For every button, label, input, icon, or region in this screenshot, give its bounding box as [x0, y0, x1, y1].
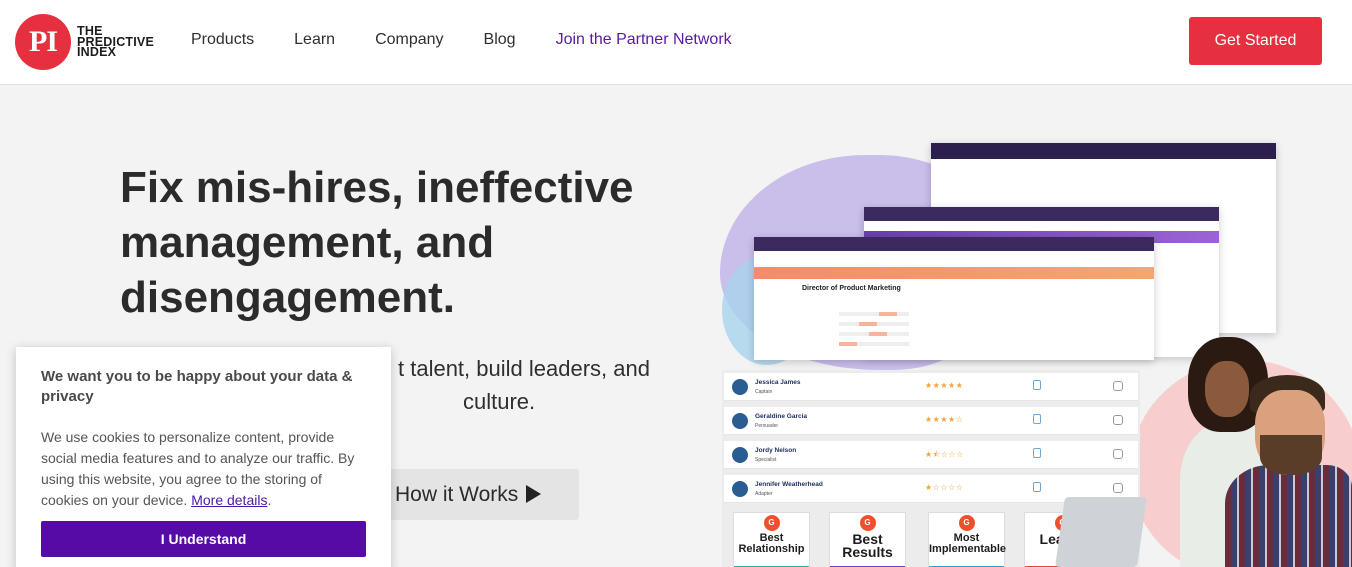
get-started-button[interactable]: Get Started: [1189, 17, 1322, 65]
avatar: [732, 447, 748, 463]
nav-company[interactable]: Company: [375, 31, 443, 49]
main-nav: Products Learn Company Blog Join the Par…: [191, 31, 772, 49]
g2-badge: G Best Relationship: [733, 512, 810, 567]
g2-badge: G Best Results: [829, 512, 906, 567]
app-window-front: Director of Product Marketing: [754, 237, 1154, 360]
comment-icon: [1113, 449, 1123, 459]
list-item: Jessica James Captain ★★★★★: [724, 373, 1138, 401]
g2-icon: G: [763, 515, 780, 531]
more-details-link[interactable]: More details: [191, 492, 267, 508]
nav-products[interactable]: Products: [191, 31, 254, 49]
logo-mark: PI: [15, 14, 71, 70]
lock-icon: [1033, 448, 1041, 458]
g2-icon: G: [958, 515, 975, 531]
site-header: PI THE PREDICTIVE INDEX Products Learn C…: [0, 0, 1352, 85]
i-understand-button[interactable]: I Understand: [41, 521, 366, 557]
logo[interactable]: PI THE PREDICTIVE INDEX: [15, 14, 154, 70]
comment-icon: [1113, 381, 1123, 391]
lock-icon: [1033, 482, 1041, 492]
job-title: Director of Product Marketing: [802, 285, 901, 292]
star-rating: ★★★★☆: [925, 415, 964, 424]
laptop-image: [1055, 497, 1147, 567]
nav-learn[interactable]: Learn: [294, 31, 335, 49]
nav-blog[interactable]: Blog: [484, 31, 516, 49]
cookie-title: We want you to be happy about your data …: [41, 368, 353, 405]
avatar: [732, 379, 748, 395]
lock-icon: [1033, 380, 1041, 390]
star-rating: ★☆☆☆☆: [925, 483, 964, 492]
list-item: Geraldine Garcia Persuader ★★★★☆: [724, 407, 1138, 435]
g2-icon: G: [859, 515, 876, 531]
avatar: [732, 413, 748, 429]
cookie-banner: We want you to be happy about your data …: [16, 347, 391, 567]
hero-title: Fix mis-hires, ineffective management, a…: [120, 163, 634, 322]
lock-icon: [1033, 414, 1041, 424]
star-rating: ★⯪☆☆☆: [925, 450, 964, 459]
g2-badge: G Most Implementable: [928, 512, 1006, 567]
person-image: [1225, 465, 1352, 567]
list-item: Jordy Nelson Specialist ★⯪☆☆☆: [724, 441, 1138, 469]
star-rating: ★★★★★: [925, 381, 964, 390]
cookie-body: We use cookies to personalize content, p…: [41, 429, 355, 508]
play-icon: [526, 484, 542, 503]
nav-partner-network[interactable]: Join the Partner Network: [556, 31, 732, 49]
avatar: [732, 481, 748, 497]
comment-icon: [1113, 483, 1123, 493]
logo-wordmark: THE PREDICTIVE INDEX: [77, 24, 155, 60]
comment-icon: [1113, 415, 1123, 425]
